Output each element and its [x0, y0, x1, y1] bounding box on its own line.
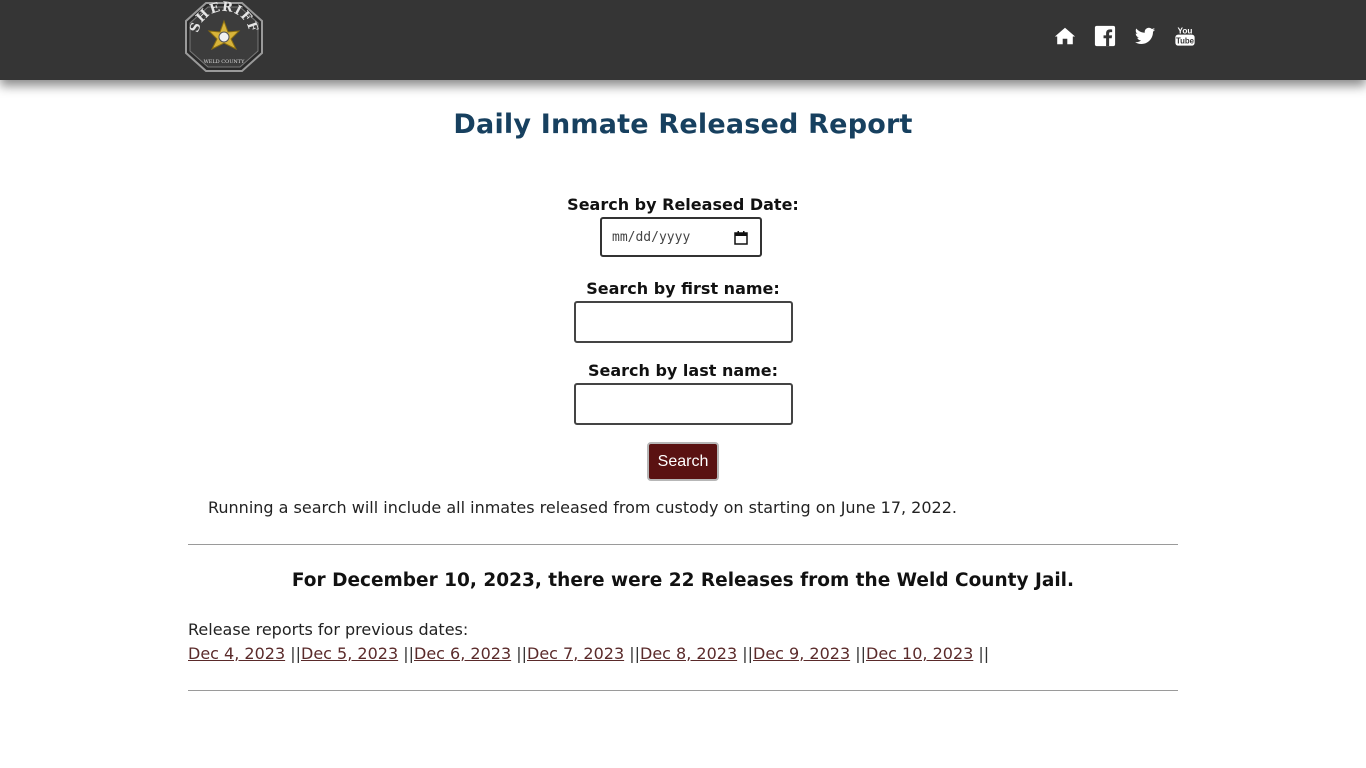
date-search-label: Search by Released Date: — [567, 195, 799, 214]
svg-text:Tube: Tube — [1176, 36, 1195, 45]
released-date-input[interactable]: mm/dd/yyyy — [600, 217, 762, 257]
search-button[interactable]: Search — [647, 442, 719, 481]
first-name-label: Search by first name: — [586, 279, 780, 298]
link-separator: || — [398, 644, 414, 663]
sheriff-badge-logo[interactable]: SHERIFF WELD COUNTY — [184, 0, 264, 73]
link-separator: || — [285, 644, 301, 663]
divider-top — [188, 544, 1178, 545]
previous-date-link[interactable]: Dec 7, 2023 — [527, 644, 624, 663]
svg-text:You: You — [1178, 26, 1193, 35]
calendar-icon[interactable] — [734, 231, 748, 245]
youtube-icon[interactable]: You Tube — [1174, 25, 1196, 47]
last-name-input[interactable] — [574, 383, 793, 425]
link-separator: || — [624, 644, 640, 663]
link-separator: || — [737, 644, 753, 663]
previous-date-link[interactable]: Dec 6, 2023 — [414, 644, 511, 663]
previous-dates-links: Dec 4, 2023 ||Dec 5, 2023 ||Dec 6, 2023 … — [188, 644, 989, 663]
previous-date-link[interactable]: Dec 5, 2023 — [301, 644, 398, 663]
top-navbar: SHERIFF WELD COUNTY You Tube — [0, 0, 1366, 80]
previous-date-link[interactable]: Dec 8, 2023 — [640, 644, 737, 663]
logo-text-bottom: WELD COUNTY — [204, 59, 246, 65]
facebook-icon[interactable] — [1094, 25, 1116, 47]
twitter-icon[interactable] — [1134, 25, 1156, 47]
release-summary: For December 10, 2023, there were 22 Rel… — [291, 570, 1075, 591]
link-separator: || — [511, 644, 527, 663]
search-note: Running a search will include all inmate… — [208, 498, 957, 517]
previous-date-link[interactable]: Dec 9, 2023 — [753, 644, 850, 663]
social-links: You Tube — [1054, 25, 1196, 47]
divider-bottom — [188, 690, 1178, 691]
link-separator: || — [850, 644, 866, 663]
last-name-label: Search by last name: — [587, 361, 779, 380]
page-title: Daily Inmate Released Report — [453, 109, 913, 140]
home-icon[interactable] — [1054, 25, 1076, 47]
first-name-input[interactable] — [574, 301, 793, 343]
previous-date-link[interactable]: Dec 4, 2023 — [188, 644, 285, 663]
previous-date-link[interactable]: Dec 10, 2023 — [866, 644, 973, 663]
date-placeholder: mm/dd/yyyy — [612, 229, 691, 245]
previous-dates-label: Release reports for previous dates: — [188, 620, 469, 639]
link-separator: || — [973, 644, 990, 663]
